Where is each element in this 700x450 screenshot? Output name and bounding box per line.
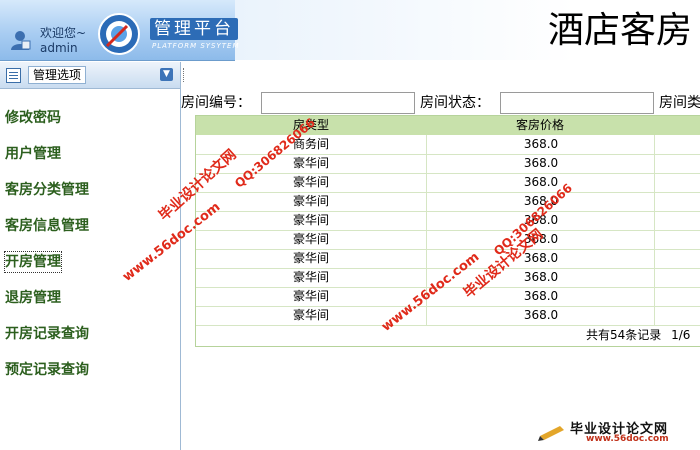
user-icon <box>11 31 31 50</box>
sidebar-item-check-in-records[interactable]: 开房记录查询 <box>5 324 89 344</box>
sidebar-header: 管理选项 ▼ <box>0 62 180 89</box>
room-status-label: 房间状态： <box>420 95 490 111</box>
extra-cell <box>654 287 700 306</box>
room-type-label: 房间类 <box>659 95 700 111</box>
list-icon <box>6 68 21 83</box>
extra-cell <box>654 249 700 268</box>
sidebar-item-check-out[interactable]: 退房管理 <box>5 288 61 308</box>
table-row[interactable]: 豪华间 368.0 <box>196 211 700 231</box>
collapse-icon[interactable]: ▼ <box>160 68 173 81</box>
table-row[interactable]: 豪华间 368.0 <box>196 173 700 193</box>
top-header: 欢迎您~ admin 管理平台 PLATFORM SYSYTEM 酒店客房 <box>0 0 700 61</box>
room-type-cell: 豪华间 <box>292 251 329 265</box>
sidebar-item-room-category[interactable]: 客房分类管理 <box>5 180 89 200</box>
pencil-logo-icon <box>538 426 564 441</box>
room-type-cell: 豪华间 <box>292 270 329 284</box>
footer-logo: 毕业设计论文网 www.56doc.com <box>538 418 698 448</box>
table-row[interactable]: 豪华间 368.0 <box>196 192 700 212</box>
table-row[interactable]: 豪华间 368.0 <box>196 287 700 307</box>
extra-cell <box>654 306 700 325</box>
platform-title: 管理平台 <box>150 18 238 40</box>
username: admin <box>40 41 78 55</box>
pager: 共有54条记录 1/6 【 <box>586 327 700 343</box>
room-price-cell: 368.0 <box>426 135 655 154</box>
extra-cell <box>654 268 700 287</box>
sidebar-item-user-management[interactable]: 用户管理 <box>5 144 61 164</box>
table-row[interactable]: 豪华间 368.0 <box>196 230 700 250</box>
room-number-label: 房间编号： <box>181 95 251 111</box>
pager-total: 共有54条记录 <box>586 328 662 342</box>
room-number-input[interactable] <box>261 92 415 114</box>
room-type-cell: 豪华间 <box>292 175 329 189</box>
header-gradient <box>235 0 575 60</box>
extra-cell <box>654 211 700 230</box>
sidebar-item-reservation-records[interactable]: 预定记录查询 <box>5 360 89 380</box>
room-price-cell: 368.0 <box>426 287 655 306</box>
room-price-cell: 368.0 <box>426 173 655 192</box>
sidebar-item-check-in[interactable]: 开房管理 <box>4 251 62 273</box>
table-row[interactable]: 豪华间 368.0 <box>196 249 700 269</box>
extra-cell <box>654 173 700 192</box>
pager-page: 1/6 <box>671 328 691 342</box>
room-price-cell: 368.0 <box>426 306 655 325</box>
extra-cell <box>654 135 700 154</box>
room-type-cell: 豪华间 <box>292 232 329 246</box>
extra-cell <box>654 192 700 211</box>
extra-cell <box>654 154 700 173</box>
sidebar-item-room-info[interactable]: 客房信息管理 <box>5 216 89 236</box>
room-type-cell: 豪华间 <box>292 289 329 303</box>
room-type-cell: 豪华间 <box>292 194 329 208</box>
system-title: 酒店客房 <box>548 10 693 51</box>
room-status-input[interactable] <box>500 92 654 114</box>
table-row[interactable]: 豪华间 368.0 <box>196 306 700 326</box>
table-header: 房类型 客房价格 <box>196 116 700 135</box>
platform-subtitle: PLATFORM SYSYTEM <box>152 42 240 50</box>
room-type-cell: 豪华间 <box>292 213 329 227</box>
splitter-handle[interactable] <box>183 68 187 82</box>
column-header-room-price[interactable]: 客房价格 <box>426 116 654 135</box>
room-price-cell: 368.0 <box>426 154 655 173</box>
sidebar-header-label: 管理选项 <box>28 66 87 84</box>
footer-url: www.56doc.com <box>586 434 669 444</box>
extra-cell <box>654 230 700 249</box>
platform-logo-icon <box>98 13 140 55</box>
welcome-text: 欢迎您~ <box>40 26 87 40</box>
sidebar-item-change-password[interactable]: 修改密码 <box>5 108 61 128</box>
